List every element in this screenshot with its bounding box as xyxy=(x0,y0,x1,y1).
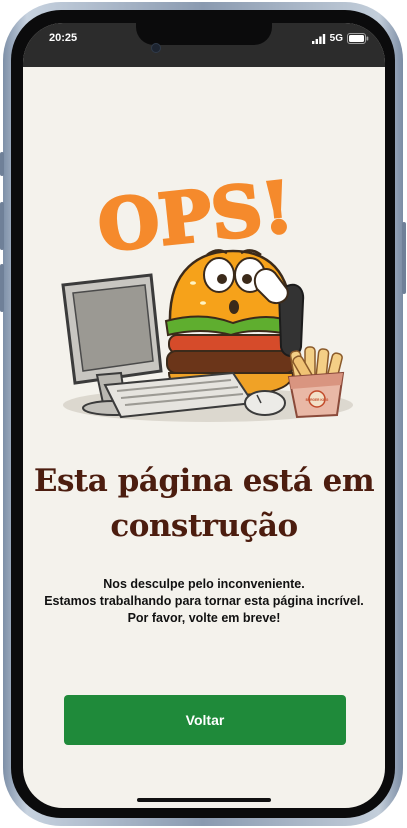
status-time: 20:25 xyxy=(49,32,78,44)
fries-box: BURGER KING xyxy=(287,346,345,419)
notch xyxy=(136,23,272,45)
power-button xyxy=(402,222,406,294)
signal-icon xyxy=(311,33,325,44)
back-button[interactable]: Voltar xyxy=(64,695,346,745)
status-indicators: 5G xyxy=(311,33,369,44)
home-indicator[interactable] xyxy=(137,798,271,802)
page-title-line-1: Esta página está em xyxy=(33,463,375,499)
fries-box-label: BURGER KING xyxy=(306,398,329,402)
page-title: Esta página está em construção xyxy=(23,459,385,549)
computer-mouse xyxy=(244,390,286,416)
message-line-2: Estamos trabalhando para tornar esta pág… xyxy=(44,594,364,608)
mute-switch xyxy=(0,152,4,176)
burger-character xyxy=(164,249,305,397)
front-camera xyxy=(151,43,161,53)
battery-icon xyxy=(347,33,369,44)
network-type: 5G xyxy=(329,33,343,44)
apology-message: Nos desculpe pelo inconveniente. Estamos… xyxy=(43,576,365,627)
volume-down-button xyxy=(0,264,4,312)
message-line-3: Por favor, volte em breve! xyxy=(127,611,281,625)
message-line-1: Nos desculpe pelo inconveniente. xyxy=(103,577,305,591)
phone-screen: 20:25 5G OPS! BURGER KING Esta página es… xyxy=(23,23,385,808)
page-title-line-2: construção xyxy=(110,508,298,544)
ops-headline: OPS! xyxy=(94,165,297,268)
under-construction-illustration: OPS! BURGER KING xyxy=(61,164,353,422)
volume-up-button xyxy=(0,202,4,250)
